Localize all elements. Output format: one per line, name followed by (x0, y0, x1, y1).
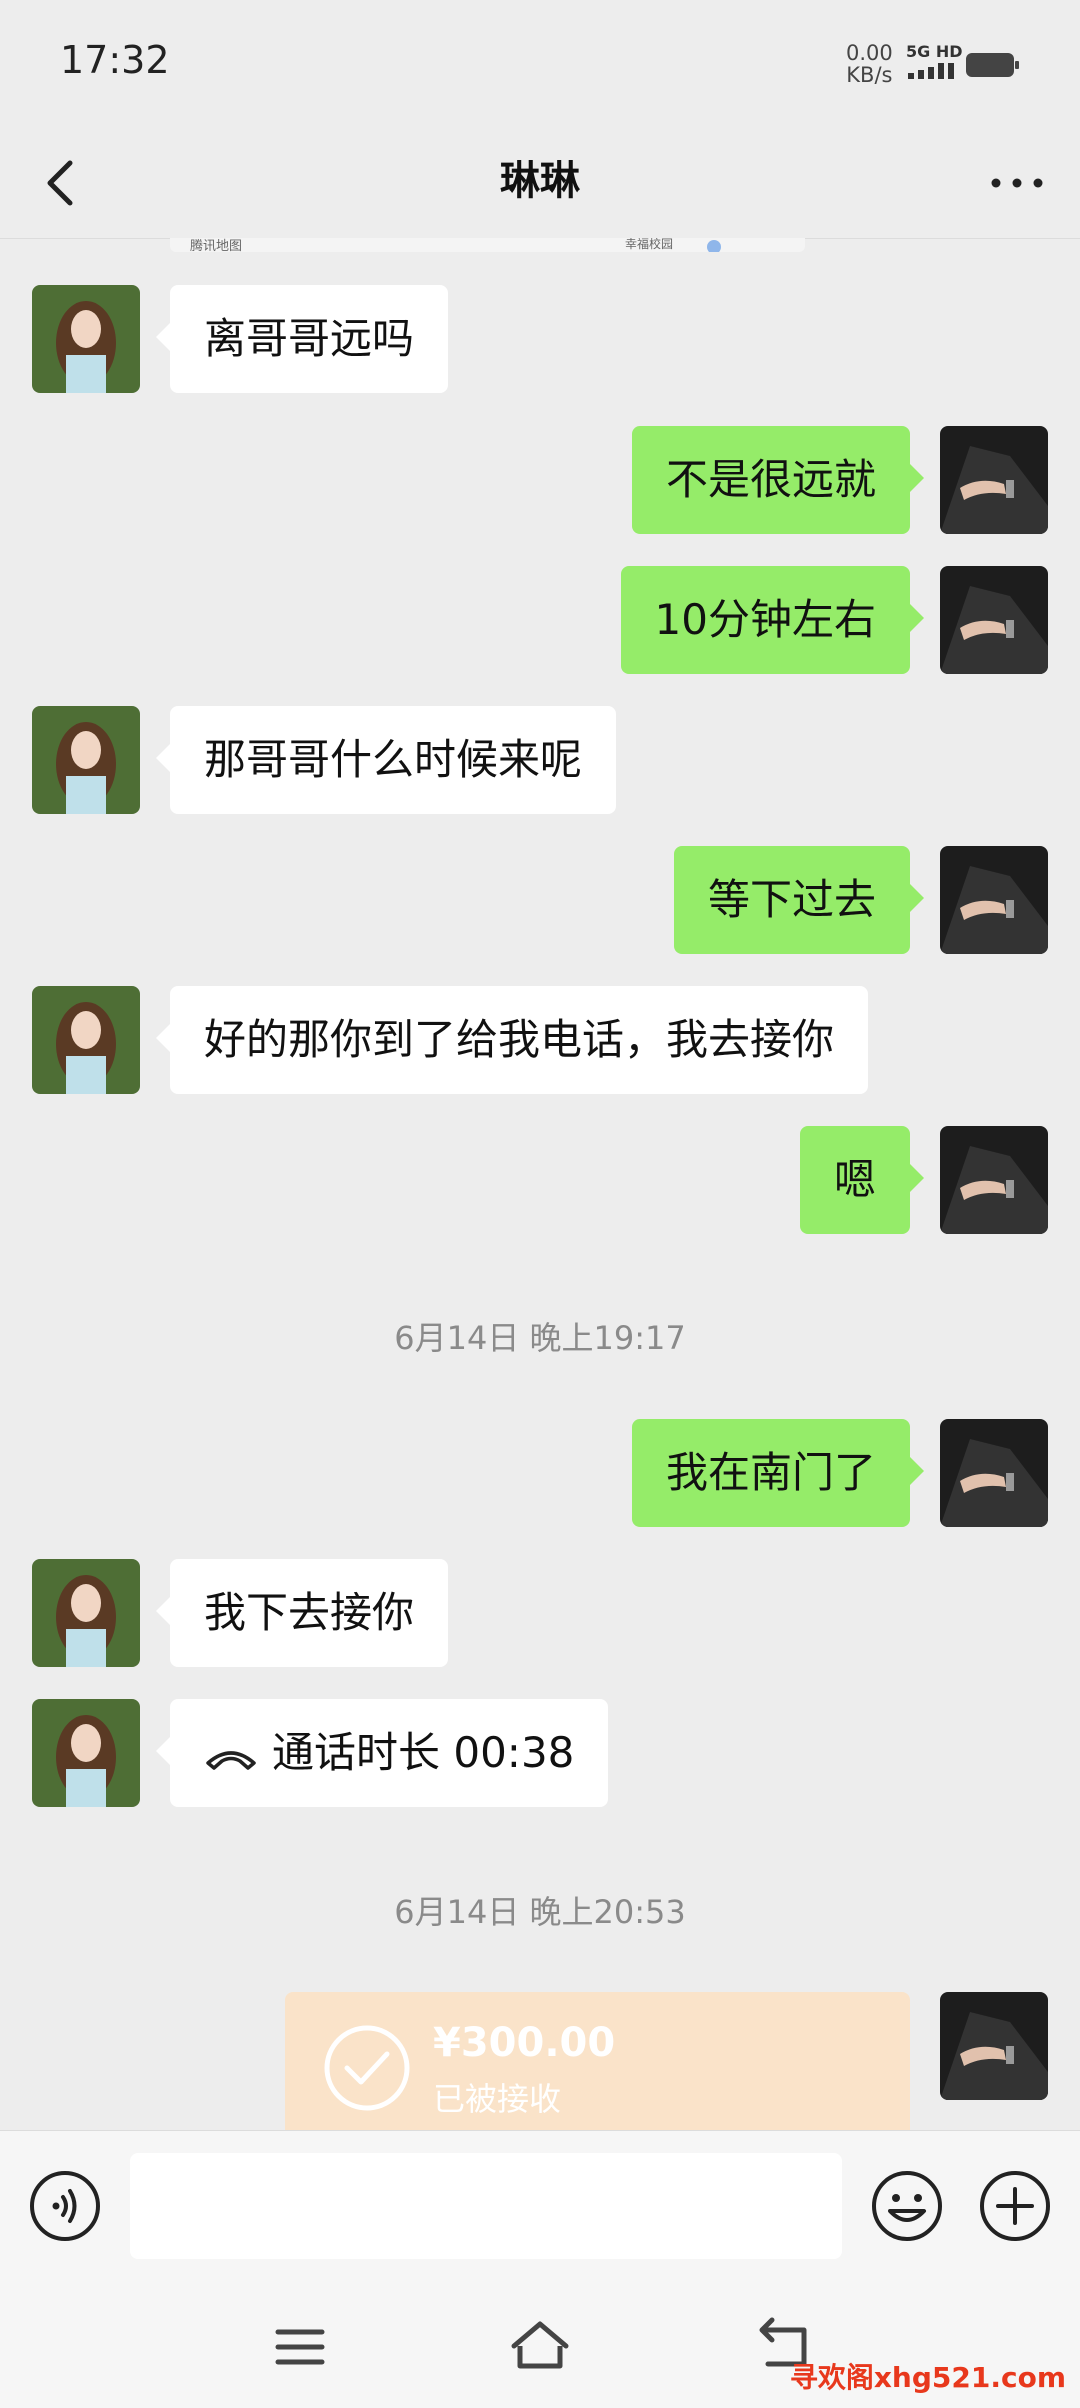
incoming-message[interactable]: 好的那你到了给我电话，我去接你 (155, 986, 869, 1094)
map-place-label: 幸福校园 (625, 238, 674, 251)
user-avatar[interactable] (940, 1126, 1048, 1234)
transfer-amount: ¥300.00 (433, 2020, 616, 2066)
more-icon[interactable] (982, 148, 1052, 218)
chat-title: 琳琳 (500, 158, 580, 204)
check-icon (324, 2025, 410, 2111)
user-avatar[interactable] (940, 1992, 1048, 2100)
contact-avatar[interactable] (32, 706, 140, 814)
incoming-message[interactable]: 离哥哥远吗 (155, 285, 449, 393)
net-speed-value: 0.00 (846, 41, 893, 65)
home-icon[interactable] (508, 2316, 572, 2372)
plus-icon[interactable] (978, 2169, 1052, 2243)
net-speed-unit: KB/s (846, 63, 893, 87)
incoming-message[interactable]: 那哥哥什么时候来呢 (155, 706, 617, 814)
user-avatar[interactable] (940, 1419, 1048, 1527)
call-duration-text: 通话时长 00:38 (272, 1728, 575, 1777)
network-label: 5G HD (906, 42, 963, 61)
input-bar (0, 2130, 1080, 2281)
map-card[interactable]: 腾讯地图 幸福校园 (170, 238, 805, 252)
voice-icon[interactable] (28, 2169, 102, 2243)
battery-icon (966, 53, 1019, 77)
outgoing-message[interactable]: 等下过去 (673, 846, 925, 954)
outgoing-message[interactable]: 我在南门了 (631, 1419, 925, 1527)
user-avatar[interactable] (940, 566, 1048, 674)
watermark: 寻欢阁xhg521.com (789, 2361, 1066, 2394)
map-source-label: 腾讯地图 (190, 239, 243, 252)
call-icon (206, 1750, 256, 1770)
contact-avatar[interactable] (32, 285, 140, 393)
menu-icon[interactable] (270, 2322, 330, 2372)
incoming-message[interactable]: 我下去接你 (155, 1559, 449, 1667)
status-bar: 17:32 0.00 KB/s 5G HD (0, 0, 1080, 128)
transfer-status: 已被接收 (433, 2080, 562, 2118)
user-avatar[interactable] (940, 426, 1048, 534)
outgoing-message[interactable]: 嗯 (799, 1126, 925, 1234)
contact-avatar[interactable] (32, 986, 140, 1094)
time-separator: 6月14日 晚上19:17 (394, 1319, 686, 1357)
net-speed: 0.00 KB/s (846, 42, 893, 86)
contact-avatar[interactable] (32, 1559, 140, 1667)
outgoing-message[interactable]: 10分钟左右 (620, 566, 925, 674)
transfer-card[interactable]: ¥300.00 已被接收 (285, 1992, 910, 2132)
emoji-icon[interactable] (870, 2169, 944, 2243)
outgoing-message[interactable]: 不是很远就 (631, 426, 925, 534)
user-avatar[interactable] (940, 846, 1048, 954)
time-separator: 6月14日 晚上20:53 (394, 1893, 686, 1931)
status-time: 17:32 (60, 38, 170, 82)
call-record-message[interactable]: 通话时长 00:38 (155, 1699, 609, 1807)
contact-avatar[interactable] (32, 1699, 140, 1807)
chat-header: 琳琳 (0, 128, 1080, 239)
signal-icon (908, 63, 954, 79)
map-marker-icon (707, 240, 721, 252)
message-input[interactable] (130, 2153, 842, 2259)
